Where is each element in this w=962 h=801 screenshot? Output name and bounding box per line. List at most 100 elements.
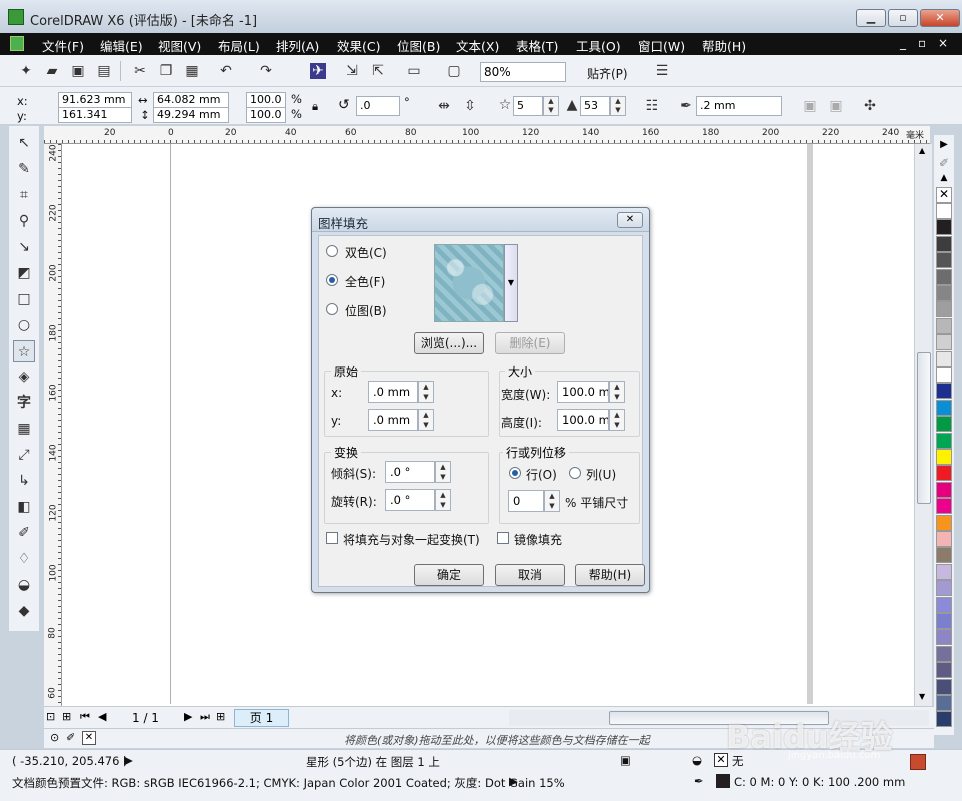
scale-height-input[interactable]: 100.0 bbox=[246, 107, 286, 123]
scroll-up-icon[interactable]: ▲ bbox=[919, 146, 925, 155]
doc-restore-button[interactable]: ▫ bbox=[918, 36, 926, 50]
import-icon[interactable]: ⇲ bbox=[344, 63, 360, 79]
options-icon[interactable]: ☰ bbox=[654, 63, 670, 79]
pattern-preview[interactable] bbox=[434, 244, 504, 322]
menu-edit[interactable]: 编辑(E) bbox=[100, 36, 143, 55]
full-color-radio[interactable] bbox=[326, 274, 338, 286]
outline-width-select[interactable]: .2 mm bbox=[696, 96, 782, 116]
color-swatch[interactable] bbox=[936, 350, 952, 367]
color-swatch[interactable] bbox=[936, 432, 952, 449]
pattern-dropdown-icon[interactable]: ▼ bbox=[504, 244, 518, 322]
sharpness-spinner[interactable]: ▲ ▼ bbox=[610, 96, 626, 116]
help-button[interactable]: 帮助(H) bbox=[575, 564, 645, 586]
application-launcher-icon[interactable]: ▭ bbox=[406, 63, 422, 79]
eyedropper-tool-icon[interactable]: ✐ bbox=[13, 522, 35, 544]
scroll-down-icon[interactable]: ▼ bbox=[919, 692, 925, 701]
rotate-spinner[interactable]: ▲ ▼ bbox=[435, 489, 451, 511]
table-tool-icon[interactable]: ▦ bbox=[13, 418, 35, 440]
interactive-fill-icon[interactable]: ◆ bbox=[13, 600, 35, 622]
menu-tools[interactable]: 工具(O) bbox=[576, 36, 621, 55]
close-button[interactable]: ✕ bbox=[920, 9, 960, 27]
color-swatch[interactable] bbox=[936, 317, 952, 334]
star-points-spinner[interactable]: ▲ ▼ bbox=[543, 96, 559, 116]
color-swatch[interactable] bbox=[936, 662, 952, 679]
mirror-fill-checkbox[interactable] bbox=[497, 532, 509, 544]
color-swatch[interactable] bbox=[936, 563, 952, 580]
first-page-icon[interactable]: ⏮ bbox=[80, 710, 90, 724]
shape-tool-icon[interactable]: ✎ bbox=[13, 158, 35, 180]
color-swatch[interactable] bbox=[936, 416, 952, 433]
eyedropper-icon[interactable]: ✐ bbox=[936, 155, 952, 171]
origin-y-input[interactable]: .0 mm bbox=[368, 409, 418, 431]
lock-icon[interactable]: ⊡ bbox=[46, 710, 55, 723]
column-radio[interactable] bbox=[569, 467, 581, 479]
text-wrap-icon[interactable]: ☷ bbox=[644, 98, 660, 114]
sharpness-input[interactable]: 53 bbox=[580, 96, 610, 116]
mirror-vertical-icon[interactable]: ⇳ bbox=[462, 98, 478, 114]
origin-y-spinner[interactable]: ▲ ▼ bbox=[418, 409, 434, 431]
star-tool-icon[interactable]: ☆ bbox=[13, 340, 35, 362]
row-radio[interactable] bbox=[509, 467, 521, 479]
browse-button[interactable]: 浏览(...)... bbox=[414, 332, 484, 354]
add-page-after-icon[interactable]: ⊞ bbox=[216, 710, 225, 723]
menu-effects[interactable]: 效果(C) bbox=[337, 36, 380, 55]
color-swatch[interactable] bbox=[936, 629, 952, 646]
status-info-icon[interactable]: ▣ bbox=[620, 753, 631, 767]
paste-icon[interactable]: ▦ bbox=[184, 63, 200, 79]
delete-button[interactable]: 删除(E) bbox=[495, 332, 565, 354]
ellipse-tool-icon[interactable]: ○ bbox=[13, 314, 35, 336]
eyedropper-icon[interactable]: ✐ bbox=[66, 731, 75, 744]
vertical-scroll-thumb[interactable] bbox=[917, 352, 931, 504]
width-input[interactable]: 64.082 mm bbox=[153, 92, 229, 108]
copy-icon[interactable]: ❐ bbox=[158, 63, 174, 79]
basic-shapes-icon[interactable]: ◈ bbox=[13, 366, 35, 388]
export-icon[interactable]: ⇱ bbox=[370, 63, 386, 79]
color-swatch[interactable] bbox=[936, 268, 952, 285]
new-document-icon[interactable]: ✦ bbox=[18, 63, 34, 79]
horizontal-ruler[interactable]: 20 0 20 40 60 80 100 120 140 160 180 200… bbox=[44, 126, 930, 144]
lock-ratio-icon[interactable]: 🔒︎ bbox=[312, 99, 318, 114]
save-icon[interactable]: ▣ bbox=[70, 63, 86, 79]
cut-icon[interactable]: ✂ bbox=[132, 63, 148, 79]
blend-tool-icon[interactable]: ◧ bbox=[13, 496, 35, 518]
restore-button[interactable]: ▫ bbox=[888, 9, 918, 27]
skew-spinner[interactable]: ▲ ▼ bbox=[435, 461, 451, 483]
y-position-input[interactable]: 161.341 mm bbox=[58, 107, 132, 135]
rotation-input[interactable]: .0 bbox=[356, 96, 400, 116]
cancel-button[interactable]: 取消 bbox=[495, 564, 565, 586]
open-icon[interactable]: ▰ bbox=[44, 63, 60, 79]
color-swatch[interactable] bbox=[936, 399, 952, 416]
doc-close-button[interactable]: × bbox=[938, 36, 948, 50]
minimize-button[interactable]: ▁ bbox=[856, 9, 886, 27]
color-swatch[interactable] bbox=[936, 531, 952, 547]
color-swatch[interactable] bbox=[936, 334, 952, 351]
color-swatch[interactable] bbox=[936, 235, 952, 252]
offset-input[interactable]: 0 bbox=[508, 490, 544, 512]
color-swatch[interactable] bbox=[936, 498, 952, 515]
to-back-icon[interactable]: ▣ bbox=[828, 98, 844, 114]
mirror-horizontal-icon[interactable]: ⇹ bbox=[436, 98, 452, 114]
menu-layout[interactable]: 布局(L) bbox=[218, 36, 260, 55]
color-swatch[interactable] bbox=[936, 514, 952, 531]
menu-window[interactable]: 窗口(W) bbox=[638, 36, 685, 55]
smart-fill-icon[interactable]: ◩ bbox=[13, 262, 35, 284]
connector-tool-icon[interactable]: ↳ bbox=[13, 470, 35, 492]
color-swatch[interactable] bbox=[936, 695, 952, 711]
print-icon[interactable]: ▤ bbox=[96, 63, 112, 79]
to-front-icon[interactable]: ▣ bbox=[802, 98, 818, 114]
height-input[interactable]: 49.294 mm bbox=[153, 107, 229, 123]
color-swatch[interactable] bbox=[936, 596, 952, 613]
menu-file[interactable]: 文件(F) bbox=[42, 36, 84, 55]
color-swatch[interactable] bbox=[936, 285, 952, 301]
doc-minimize-button[interactable]: _ bbox=[900, 36, 906, 50]
color-swatch[interactable] bbox=[936, 449, 952, 465]
two-color-radio[interactable] bbox=[326, 245, 338, 257]
skew-input[interactable]: .0 ° bbox=[385, 461, 435, 483]
color-swatch[interactable] bbox=[936, 219, 952, 236]
vertical-ruler[interactable]: 240 220 200 180 160 140 120 100 80 60 bbox=[44, 144, 62, 706]
color-swatch[interactable] bbox=[936, 613, 952, 629]
scale-width-input[interactable]: 100.0 bbox=[246, 92, 286, 108]
menu-help[interactable]: 帮助(H) bbox=[702, 36, 746, 55]
last-page-icon[interactable]: ⏭ bbox=[200, 710, 210, 724]
text-tool-icon[interactable]: 字 bbox=[13, 392, 35, 414]
